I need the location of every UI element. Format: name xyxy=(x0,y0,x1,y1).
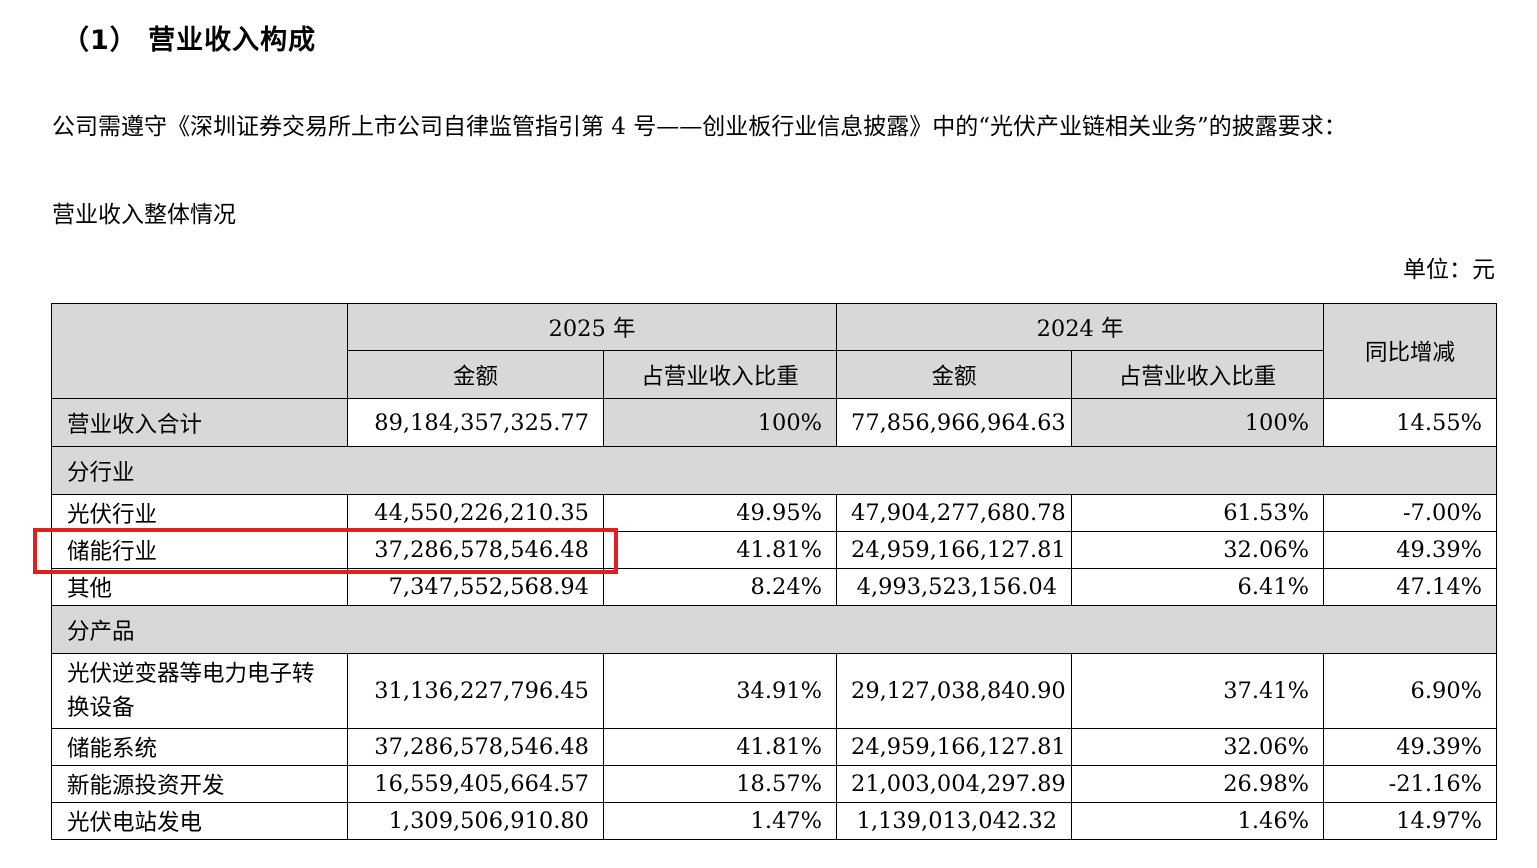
table-row: 储能系统 37,286,578,546.48 41.81% 24,959,166… xyxy=(51,728,1498,766)
table-row: 光伏逆变器等电力电子转换设备 31,136,227,796.45 34.91% … xyxy=(51,653,1498,729)
share-2025: 41.81% xyxy=(602,531,838,569)
amount-2024: 24,959,166,127.81 xyxy=(836,531,1073,569)
row-label: 新能源投资开发 xyxy=(51,765,348,803)
table-row: 新能源投资开发 16,559,405,664.57 18.57% 21,003,… xyxy=(51,765,1498,803)
row-label: 光伏逆变器等电力电子转换设备 xyxy=(51,653,348,729)
amount-2025: 37,286,578,546.48 xyxy=(347,728,604,766)
yoy-change: 14.97% xyxy=(1323,802,1498,840)
highlight-box xyxy=(33,528,618,574)
yoy-change: 14.55% xyxy=(1323,398,1498,447)
amount-2025: 89,184,357,325.77 xyxy=(347,398,604,447)
table-row: 光伏行业 44,550,226,210.35 49.95% 47,904,277… xyxy=(51,494,1498,532)
table-row: 光伏电站发电 1,309,506,910.80 1.47% 1,139,013,… xyxy=(51,802,1498,840)
yoy-change: 47.14% xyxy=(1323,568,1498,606)
yoy-change: -7.00% xyxy=(1323,494,1498,532)
share-2025: 18.57% xyxy=(602,765,838,803)
yoy-change: 6.90% xyxy=(1323,653,1498,729)
amount-2024: 29,127,038,840.90 xyxy=(836,653,1073,729)
row-label: 光伏行业 xyxy=(51,494,348,532)
row-label: 其他 xyxy=(51,568,348,606)
share-2025: 34.91% xyxy=(602,653,838,729)
share-2025: 1.47% xyxy=(602,802,838,840)
header-year-2025: 2025 年 xyxy=(346,303,838,351)
unit-label: 单位：元 xyxy=(1403,257,1495,283)
header-blank xyxy=(51,303,348,399)
amount-2024: 47,904,277,680.78 xyxy=(836,494,1073,532)
amount-2024: 77,856,966,964.63 xyxy=(836,398,1073,447)
share-2025: 41.81% xyxy=(602,728,838,766)
row-label: 营业收入合计 xyxy=(51,398,348,447)
share-2024: 37.41% xyxy=(1071,653,1325,729)
share-2024: 26.98% xyxy=(1071,765,1325,803)
row-label: 光伏电站发电 xyxy=(51,802,348,840)
amount-2024: 21,003,004,297.89 xyxy=(836,765,1073,803)
table-row: 其他 7,347,552,568.94 8.24% 4,993,523,156.… xyxy=(51,568,1498,606)
group-product: 分产品 xyxy=(50,605,1498,654)
header-yoy: 同比增减 xyxy=(1323,303,1498,399)
share-2025: 100% xyxy=(602,398,838,447)
group-industry: 分行业 xyxy=(50,446,1498,495)
amount-2025: 16,559,405,664.57 xyxy=(347,765,604,803)
header-amount-2024: 金额 xyxy=(836,350,1073,399)
section-heading: （1） 营业收入构成 xyxy=(62,25,317,56)
share-2025: 49.95% xyxy=(602,494,838,532)
header-year-2024: 2024 年 xyxy=(836,303,1325,351)
yoy-change: 49.39% xyxy=(1323,728,1498,766)
share-2024: 32.06% xyxy=(1071,531,1325,569)
row-label: 储能系统 xyxy=(51,728,348,766)
intro-paragraph: 公司需遵守《深圳证券交易所上市公司自律监管指引第 4 号——创业板行业信息披露》… xyxy=(52,114,1347,140)
yoy-change: 49.39% xyxy=(1323,531,1498,569)
amount-2024: 24,959,166,127.81 xyxy=(836,728,1073,766)
amount-2025: 44,550,226,210.35 xyxy=(347,494,604,532)
header-share-2024: 占营业收入比重 xyxy=(1071,350,1325,399)
header-share-2025: 占营业收入比重 xyxy=(602,350,838,399)
amount-2024: 4,993,523,156.04 xyxy=(836,568,1073,606)
subheading: 营业收入整体情况 xyxy=(52,202,236,228)
share-2024: 1.46% xyxy=(1071,802,1325,840)
amount-2025: 31,136,227,796.45 xyxy=(347,653,604,729)
share-2024: 32.06% xyxy=(1071,728,1325,766)
share-2025: 8.24% xyxy=(602,568,838,606)
amount-2024: 1,139,013,042.32 xyxy=(836,802,1073,840)
table-row-total: 营业收入合计 89,184,357,325.77 100% 77,856,966… xyxy=(51,398,1498,447)
share-2024: 6.41% xyxy=(1071,568,1325,606)
yoy-change: -21.16% xyxy=(1323,765,1498,803)
header-amount-2025: 金额 xyxy=(347,350,604,399)
share-2024: 61.53% xyxy=(1071,494,1325,532)
share-2024: 100% xyxy=(1071,398,1325,447)
amount-2025: 7,347,552,568.94 xyxy=(347,568,604,606)
amount-2025: 1,309,506,910.80 xyxy=(347,802,604,840)
